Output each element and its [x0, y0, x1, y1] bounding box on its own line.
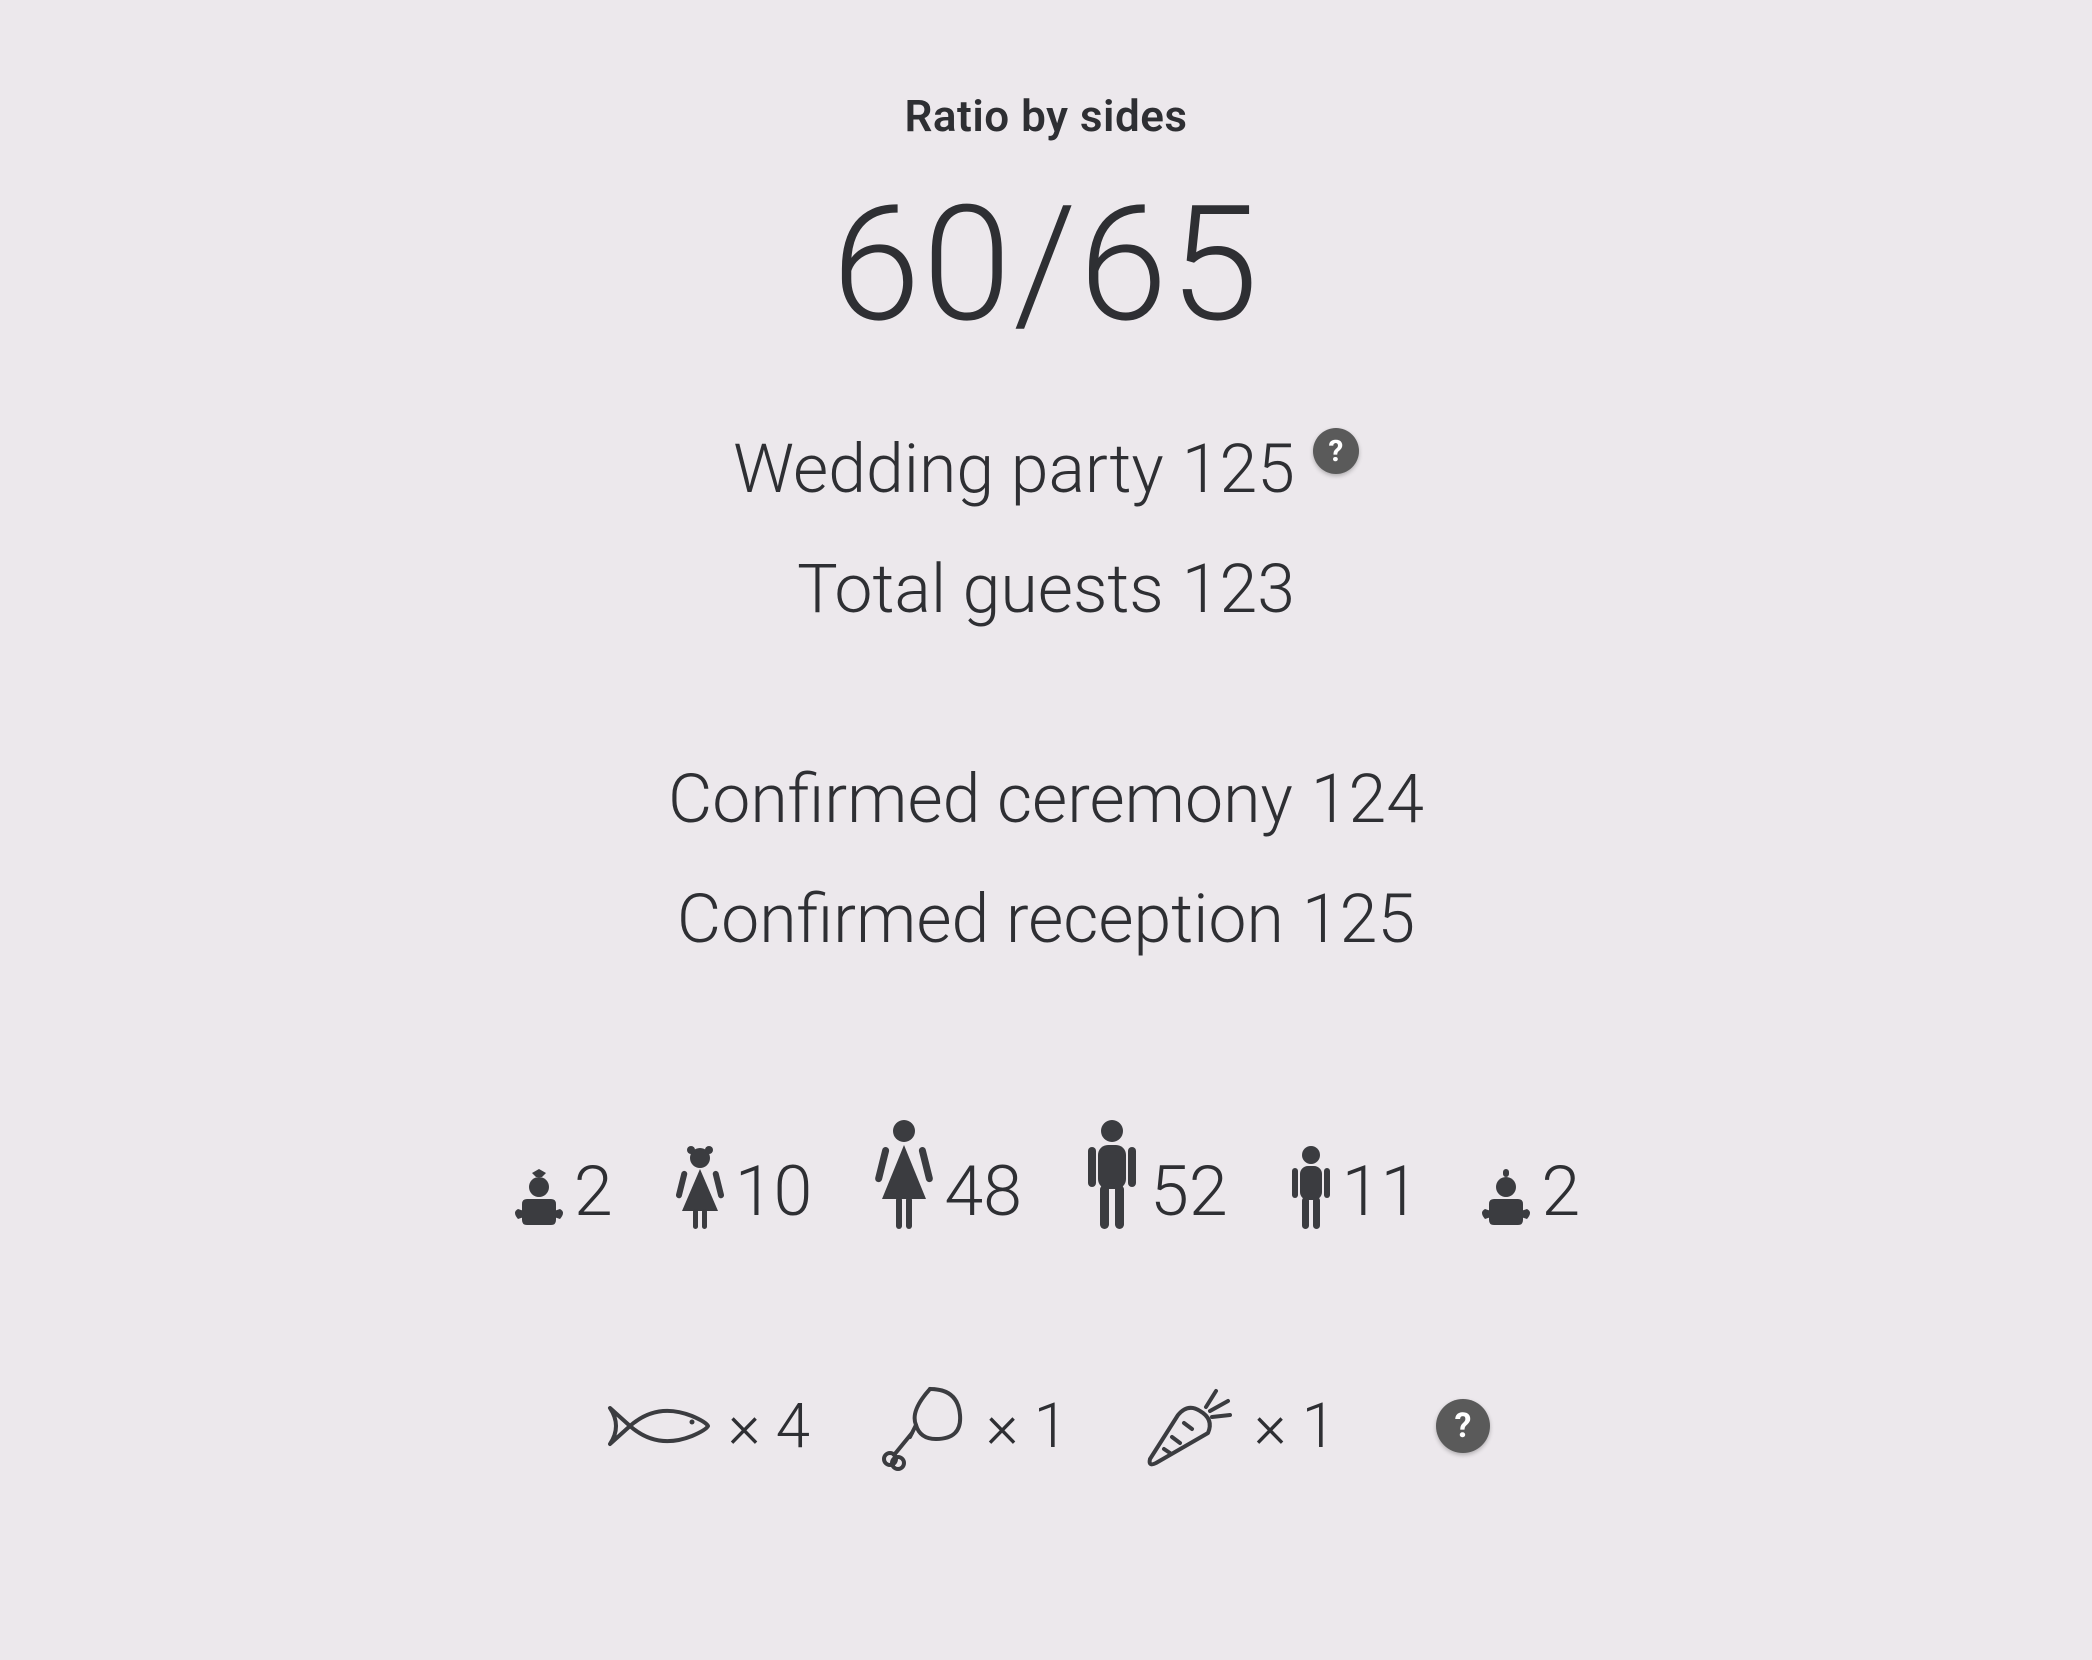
meals-row: × 4 × 1 — [0, 1381, 2092, 1471]
meat-count: × 1 — [986, 1390, 1068, 1463]
baby-girl-icon — [512, 1169, 566, 1231]
confirmed-reception-label: Confirmed reception — [677, 879, 1284, 959]
section-title: Ratio by sides — [0, 90, 2092, 142]
baby-boy-icon — [1479, 1169, 1533, 1231]
woman-count: 48 — [944, 1157, 1022, 1231]
total-guests-value: 123 — [1182, 549, 1295, 629]
stats-panel: Ratio by sides 60/65 Wedding party 125 ?… — [0, 0, 2092, 1660]
baby-boy-count: 2 — [1541, 1157, 1580, 1231]
confirmed-reception-row: Confirmed reception 125 — [0, 879, 2092, 959]
total-guests-label: Total guests — [797, 549, 1164, 629]
girl-group: 10 — [673, 1145, 813, 1231]
fish-icon — [602, 1396, 712, 1456]
people-breakdown-row: 2 10 — [0, 1119, 2092, 1231]
man-icon — [1082, 1119, 1142, 1231]
wedding-party-label: Wedding party — [733, 429, 1164, 509]
help-icon[interactable]: ? — [1436, 1399, 1490, 1453]
meat-icon — [880, 1381, 970, 1471]
boy-group: 11 — [1288, 1145, 1420, 1231]
confirmed-ceremony-value: 124 — [1311, 759, 1424, 839]
veg-meal-group: × 1 — [1138, 1381, 1336, 1471]
baby-girl-group: 2 — [512, 1157, 613, 1231]
veg-count: × 1 — [1254, 1390, 1336, 1463]
confirmed-ceremony-label: Confirmed ceremony — [668, 759, 1293, 839]
fish-meal-group: × 4 — [602, 1390, 810, 1463]
wedding-party-value: 125 — [1182, 429, 1295, 509]
total-guests-row: Total guests 123 — [0, 549, 2092, 629]
confirmed-reception-value: 125 — [1302, 879, 1415, 959]
help-icon[interactable]: ? — [1313, 428, 1359, 474]
confirmed-ceremony-row: Confirmed ceremony 124 — [0, 759, 2092, 839]
ratio-value: 60/65 — [0, 172, 2092, 359]
fish-count: × 4 — [728, 1390, 810, 1463]
baby-girl-count: 2 — [574, 1157, 613, 1231]
boy-icon — [1288, 1145, 1334, 1231]
boy-count: 11 — [1342, 1157, 1420, 1231]
wedding-party-row: Wedding party 125 ? — [0, 429, 2092, 509]
carrot-icon — [1138, 1381, 1238, 1471]
girl-icon — [673, 1145, 727, 1231]
woman-icon — [872, 1119, 936, 1231]
girl-count: 10 — [735, 1157, 813, 1231]
man-count: 52 — [1150, 1157, 1228, 1231]
woman-group: 48 — [872, 1119, 1022, 1231]
meat-meal-group: × 1 — [880, 1381, 1068, 1471]
baby-boy-group: 2 — [1479, 1157, 1580, 1231]
man-group: 52 — [1082, 1119, 1228, 1231]
